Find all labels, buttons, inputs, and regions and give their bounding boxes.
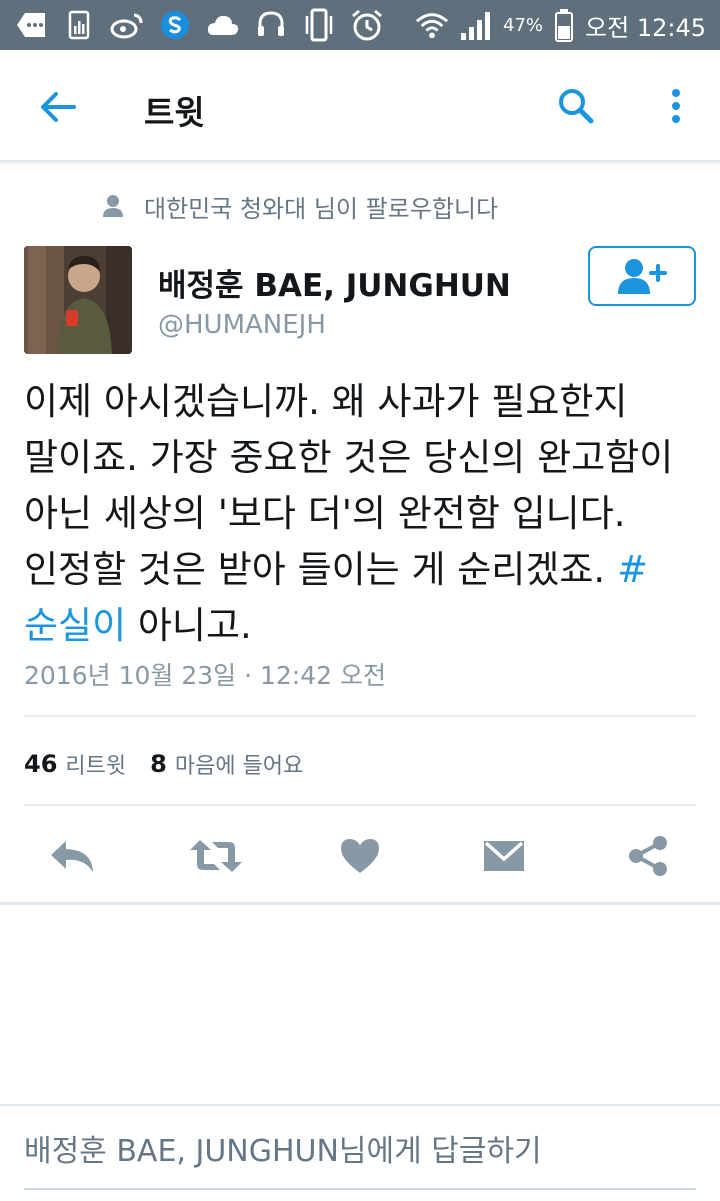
vibrate-icon (302, 8, 336, 42)
retweet-label[interactable]: 리트윗 (65, 748, 126, 780)
chart-app-icon (62, 8, 96, 42)
more-options-button[interactable] (652, 80, 700, 132)
message-icon (14, 8, 48, 42)
social-context-text: 대한민국 청와대 님이 팔로우합니다 (144, 194, 499, 223)
headset-icon (254, 8, 288, 42)
status-bar-system: 47% 오전 12:45 (415, 7, 706, 43)
avatar-photo (24, 246, 132, 354)
status-bar: 47% 오전 12:45 (0, 0, 720, 50)
search-icon (559, 89, 594, 124)
reply-button[interactable] (40, 820, 104, 892)
divider (24, 804, 696, 806)
back-arrow-icon (41, 92, 76, 122)
person-icon (103, 195, 123, 217)
clock: 오전 12:45 (585, 13, 706, 42)
retweet-icon (190, 840, 242, 872)
tweet-body-end: 아니고. (126, 604, 252, 647)
share-button[interactable] (616, 820, 680, 892)
app-bar: 트윗 (0, 50, 720, 162)
reply-input-underline (24, 1188, 696, 1190)
tweet-actions (0, 820, 720, 892)
battery-percent: 47% (503, 14, 544, 36)
share-icon (629, 836, 667, 876)
like-button[interactable] (328, 820, 392, 892)
tweet-text: 이제 아시겠습니까. 왜 사과가 필요한지 말이죠. 가장 중요한 것은 당신의… (24, 374, 700, 654)
message-icon (484, 841, 524, 871)
follow-button[interactable] (588, 246, 696, 306)
weibo-icon (110, 8, 144, 42)
cloud-icon (206, 8, 240, 42)
social-context: 대한민국 청와대 님이 팔로우합니다 (100, 186, 498, 226)
author-handle[interactable]: @HUMANEJH (158, 310, 326, 340)
retweet-count[interactable]: 46 (24, 750, 57, 778)
divider (24, 715, 696, 717)
reply-author-name: 배정훈 BAE, JUNGHUN (24, 1134, 339, 1169)
direct-message-button[interactable] (472, 820, 536, 892)
retweet-button[interactable] (184, 820, 248, 892)
battery-icon (553, 8, 575, 42)
wifi-icon (415, 8, 449, 42)
skype-icon (158, 8, 192, 42)
more-vert-icon (672, 89, 680, 123)
search-button[interactable] (550, 80, 602, 132)
tweet-timestamp: 2016년 10월 23일 · 12:42 오전 (24, 661, 386, 690)
tweet-stats: 46 리트윗 8 마음에 들어요 (24, 744, 303, 784)
tweet-body: 이제 아시겠습니까. 왜 사과가 필요한지 말이죠. 가장 중요한 것은 당신의… (24, 380, 674, 591)
back-button[interactable] (30, 80, 86, 134)
author-name[interactable]: 배정훈 BAE, JUNGHUN (158, 260, 511, 305)
add-user-icon (618, 259, 667, 294)
heart-icon (341, 839, 379, 873)
status-bar-notifications (14, 7, 384, 43)
alarm-icon (350, 8, 384, 42)
reply-placeholder: 님에게 답글하기 (338, 1134, 542, 1169)
reply-input[interactable]: 배정훈 BAE, JUNGHUN 님에게 답글하기 (24, 1106, 696, 1190)
page-title: 트윗 (144, 93, 205, 132)
signal-icon (459, 8, 493, 42)
like-label[interactable]: 마음에 들어요 (175, 748, 303, 780)
divider (0, 902, 720, 905)
like-count[interactable]: 8 (150, 750, 167, 778)
reply-icon (51, 841, 93, 872)
avatar[interactable] (24, 246, 132, 354)
